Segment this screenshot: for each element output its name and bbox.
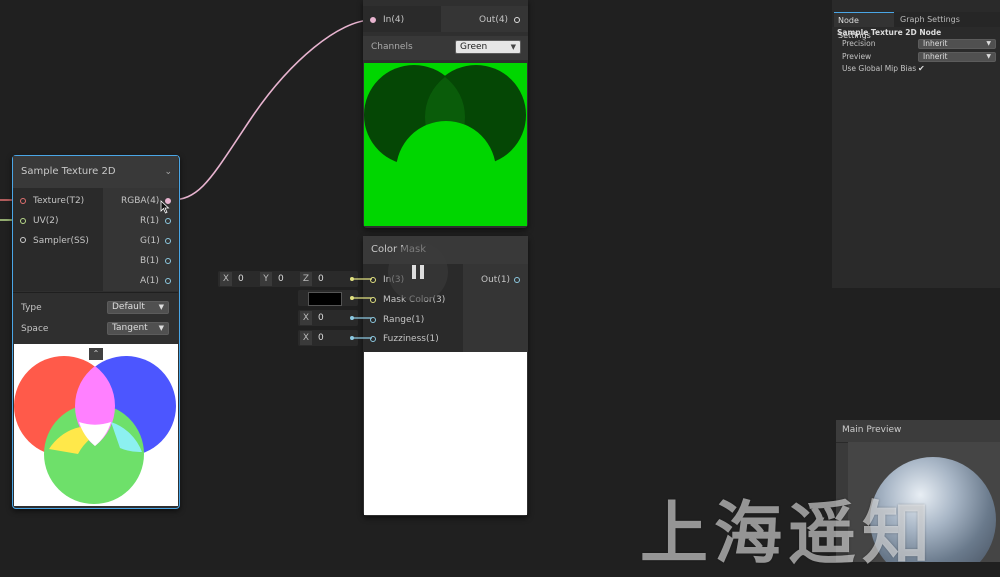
graph-inspector-panel: Node Settings Graph Settings Sample Text… <box>832 0 1000 288</box>
preview-value: Inherit <box>923 52 948 61</box>
main-preview-header[interactable]: Main Preview <box>836 420 1000 443</box>
mip-bias-label: Use Global Mip Bias <box>842 64 917 73</box>
watermark-text: 上海遥知 <box>640 495 937 574</box>
mouse-cursor-icon <box>160 200 170 214</box>
preview-dropdown[interactable]: Inherit ▼ <box>918 52 996 62</box>
preview-label: Preview <box>842 52 872 61</box>
tab-node-settings[interactable]: Node Settings <box>834 12 894 40</box>
tab-graph-settings[interactable]: Graph Settings <box>900 12 960 27</box>
dropdown-arrow-icon: ▼ <box>986 53 991 60</box>
inspector-tabs: Node Settings Graph Settings <box>832 12 1000 40</box>
precision-dropdown[interactable]: Inherit ▼ <box>918 39 996 49</box>
precision-value: Inherit <box>923 39 948 48</box>
dropdown-arrow-icon: ▼ <box>986 40 991 47</box>
main-preview-title: Main Preview <box>842 425 902 435</box>
precision-label: Precision <box>842 39 876 48</box>
inspector-section-title: Sample Texture 2D Node <box>837 28 942 37</box>
mip-bias-checkbox[interactable]: ✔ <box>918 64 925 73</box>
